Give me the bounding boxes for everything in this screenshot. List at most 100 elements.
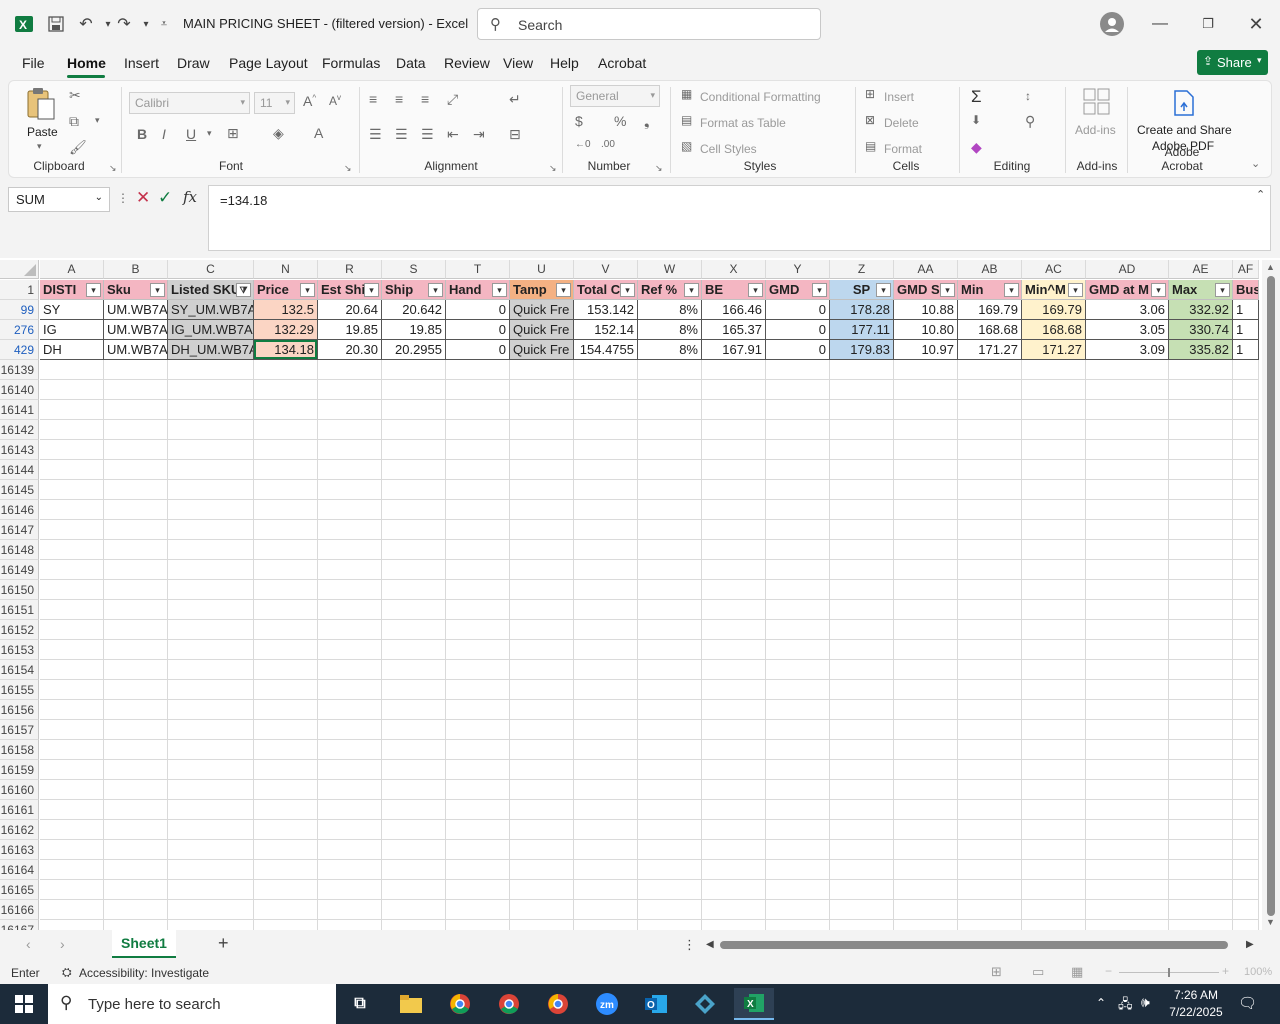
zoom-level[interactable]: 100% bbox=[1244, 966, 1272, 978]
fill-color-icon[interactable]: ◈ bbox=[273, 125, 284, 142]
empty-cell[interactable] bbox=[104, 540, 168, 560]
empty-cell[interactable] bbox=[104, 860, 168, 880]
empty-cell[interactable] bbox=[318, 400, 382, 420]
active-cell[interactable]: 134.18 bbox=[254, 340, 318, 360]
empty-cell[interactable] bbox=[766, 880, 830, 900]
tab-formulas[interactable]: Formulas bbox=[322, 55, 380, 71]
empty-cell[interactable] bbox=[254, 860, 318, 880]
filter-dropdown-icon[interactable]: ▾ bbox=[364, 283, 379, 297]
empty-cell[interactable] bbox=[958, 540, 1022, 560]
empty-cell[interactable] bbox=[254, 480, 318, 500]
empty-cell[interactable] bbox=[104, 760, 168, 780]
font-size-dropdown[interactable]: 11 ▾ bbox=[254, 92, 295, 114]
empty-cell[interactable] bbox=[446, 580, 510, 600]
empty-cell[interactable] bbox=[766, 640, 830, 660]
empty-cell[interactable] bbox=[702, 400, 766, 420]
empty-cell[interactable] bbox=[446, 820, 510, 840]
table-cell[interactable]: 335.82 bbox=[1169, 340, 1233, 360]
empty-cell[interactable] bbox=[574, 520, 638, 540]
empty-cell[interactable] bbox=[958, 680, 1022, 700]
empty-cell[interactable] bbox=[40, 480, 104, 500]
empty-cell[interactable] bbox=[1086, 640, 1169, 660]
empty-cell[interactable] bbox=[1086, 700, 1169, 720]
empty-cell[interactable] bbox=[382, 540, 446, 560]
empty-cell[interactable] bbox=[40, 420, 104, 440]
table-cell[interactable]: 0 bbox=[446, 320, 510, 340]
empty-cell[interactable] bbox=[766, 420, 830, 440]
empty-cell[interactable] bbox=[766, 920, 830, 930]
empty-cell[interactable] bbox=[318, 760, 382, 780]
vertical-scrollbar[interactable]: ▲ ▼ bbox=[1262, 260, 1280, 930]
empty-cell[interactable] bbox=[382, 360, 446, 380]
empty-cell[interactable] bbox=[894, 420, 958, 440]
table-cell[interactable]: 20.30 bbox=[318, 340, 382, 360]
empty-cell[interactable] bbox=[1169, 640, 1233, 660]
cut-icon[interactable]: ✂ bbox=[69, 87, 81, 104]
table-cell[interactable]: 0 bbox=[446, 300, 510, 320]
clock-date[interactable]: 7/22/2025 bbox=[1162, 1005, 1230, 1019]
filter-dropdown-icon[interactable]: ▾ bbox=[748, 283, 763, 297]
empty-cell[interactable] bbox=[702, 700, 766, 720]
empty-cell[interactable] bbox=[702, 520, 766, 540]
empty-cell[interactable] bbox=[1022, 380, 1086, 400]
empty-cell[interactable] bbox=[1086, 360, 1169, 380]
empty-cell[interactable] bbox=[1022, 840, 1086, 860]
empty-cell[interactable] bbox=[766, 560, 830, 580]
empty-cell[interactable] bbox=[638, 440, 702, 460]
empty-cell[interactable] bbox=[830, 700, 894, 720]
row-header[interactable]: 99 bbox=[0, 300, 39, 320]
empty-cell[interactable] bbox=[1169, 420, 1233, 440]
empty-cell[interactable] bbox=[894, 360, 958, 380]
empty-cell[interactable] bbox=[1022, 620, 1086, 640]
collapse-formula-bar-icon[interactable]: ⌃ bbox=[1256, 188, 1265, 201]
empty-cell[interactable] bbox=[766, 800, 830, 820]
filter-dropdown-icon[interactable]: ▾ bbox=[556, 283, 571, 297]
empty-cell[interactable] bbox=[446, 760, 510, 780]
empty-cell[interactable] bbox=[510, 900, 574, 920]
empty-cell[interactable] bbox=[574, 500, 638, 520]
empty-cell[interactable] bbox=[766, 700, 830, 720]
empty-cell[interactable] bbox=[638, 860, 702, 880]
row-header[interactable]: 16154 bbox=[0, 660, 39, 680]
empty-cell[interactable] bbox=[104, 500, 168, 520]
empty-cell[interactable] bbox=[510, 920, 574, 930]
empty-cell[interactable] bbox=[254, 740, 318, 760]
table-cell[interactable]: 171.27 bbox=[1022, 340, 1086, 360]
empty-cell[interactable] bbox=[958, 860, 1022, 880]
select-all-corner[interactable] bbox=[0, 260, 39, 279]
empty-cell[interactable] bbox=[894, 740, 958, 760]
copy-icon[interactable]: ⧉ bbox=[69, 113, 79, 130]
empty-cell[interactable] bbox=[1169, 740, 1233, 760]
zoom-in-icon[interactable]: + bbox=[1222, 964, 1229, 978]
empty-cell[interactable] bbox=[168, 840, 254, 860]
empty-cell[interactable] bbox=[702, 800, 766, 820]
empty-cell[interactable] bbox=[40, 820, 104, 840]
empty-cell[interactable] bbox=[446, 480, 510, 500]
tab-file[interactable]: File bbox=[22, 55, 45, 71]
empty-cell[interactable] bbox=[894, 660, 958, 680]
empty-cell[interactable] bbox=[446, 400, 510, 420]
column-header[interactable]: AB bbox=[958, 260, 1022, 279]
header-cell[interactable]: Hand ▾ bbox=[446, 280, 510, 300]
empty-cell[interactable] bbox=[1233, 540, 1259, 560]
empty-cell[interactable] bbox=[1169, 540, 1233, 560]
empty-cell[interactable] bbox=[638, 720, 702, 740]
save-icon[interactable] bbox=[44, 12, 68, 36]
empty-cell[interactable] bbox=[168, 600, 254, 620]
empty-cell[interactable] bbox=[702, 460, 766, 480]
empty-cell[interactable] bbox=[638, 380, 702, 400]
empty-cell[interactable] bbox=[168, 880, 254, 900]
empty-cell[interactable] bbox=[702, 720, 766, 740]
empty-cell[interactable] bbox=[830, 620, 894, 640]
empty-cell[interactable] bbox=[510, 560, 574, 580]
empty-cell[interactable] bbox=[574, 460, 638, 480]
formula-input[interactable]: =134.18 bbox=[208, 185, 1271, 251]
empty-cell[interactable] bbox=[510, 460, 574, 480]
account-avatar[interactable] bbox=[1100, 12, 1124, 36]
empty-cell[interactable] bbox=[40, 900, 104, 920]
table-cell[interactable]: 178.28 bbox=[830, 300, 894, 320]
empty-cell[interactable] bbox=[1086, 760, 1169, 780]
column-header[interactable]: X bbox=[702, 260, 766, 279]
empty-cell[interactable] bbox=[702, 360, 766, 380]
number-format-dropdown[interactable]: General ▾ bbox=[570, 85, 660, 107]
